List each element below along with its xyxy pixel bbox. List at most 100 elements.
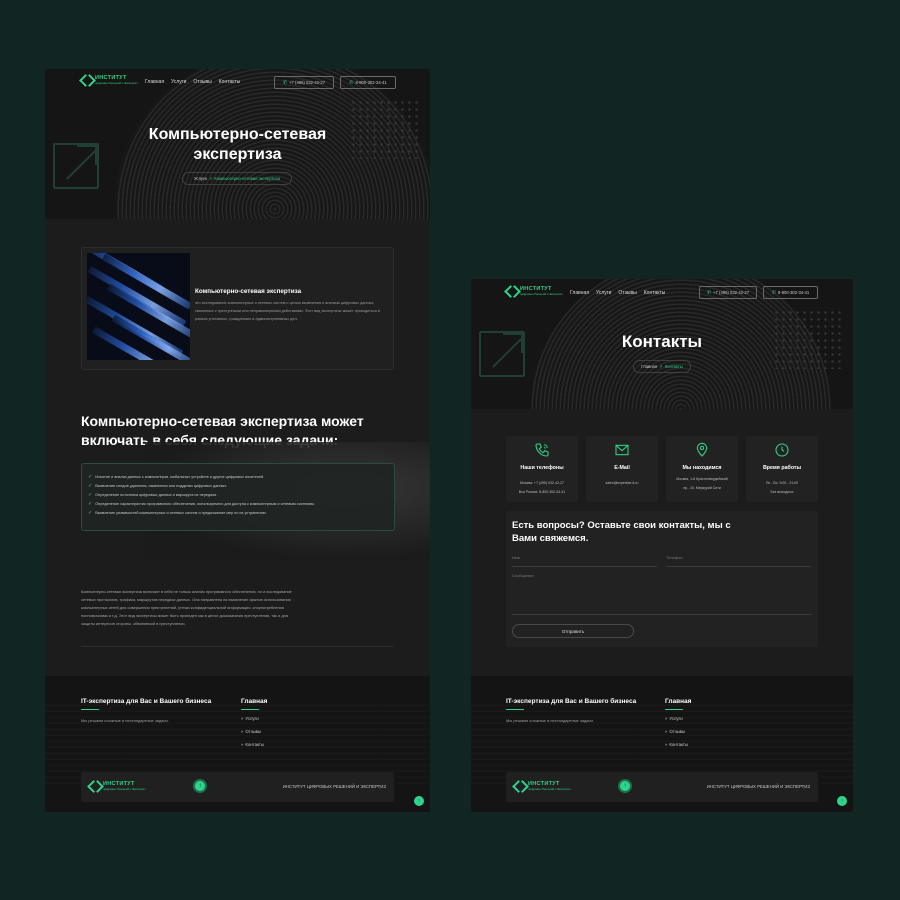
nav-links: Главная Услуги Отзывы Контакты [145, 79, 240, 85]
footer-logo[interactable]: ИНСТИТУТ цифровых Решений и Экспертиз [514, 781, 570, 790]
intro-card-title: Компьютерно-сетевая экспертиза [195, 288, 302, 295]
message-field[interactable]: Сообщение [512, 573, 812, 615]
contact-line: пр., 15, Меркурий Сити [683, 486, 721, 490]
chevron-right-icon: » [665, 716, 668, 721]
footer-link-reviews[interactable]: » Отзывы [241, 729, 264, 734]
corner-up-button[interactable]: ↑ [414, 796, 424, 806]
check-icon: ✓ [88, 492, 93, 498]
footer-link-contacts[interactable]: » Контакты [241, 742, 264, 747]
network-cables-image [87, 253, 190, 360]
corner-up-button[interactable]: ↑ [837, 796, 847, 806]
nav-item-services[interactable]: Услуги [596, 290, 611, 296]
breadcrumb-arrow-icon: ↗ [208, 176, 213, 181]
breadcrumb: Услуги ↗ Компьютерно-сетевая экспертиза [182, 172, 292, 185]
divider [81, 646, 394, 647]
logo-icon [89, 782, 100, 790]
check-icon: ✓ [88, 474, 93, 480]
submit-button[interactable]: Отправить [512, 624, 634, 638]
nav-links: Главная Услуги Отзывы Контакты [570, 290, 665, 296]
footer-link-contacts[interactable]: » Контакты [665, 742, 688, 747]
check-icon: ✓ [88, 501, 93, 507]
phone-field[interactable]: Телефон [666, 555, 811, 567]
phone-icon: ✆ [349, 79, 354, 86]
phone-main-text: +7 (495) 032-42-27 [713, 290, 750, 295]
contact-form: Есть вопросы? Оставьте свои контакты, мы… [506, 511, 818, 647]
nav-item-services[interactable]: Услуги [171, 79, 186, 85]
page-title: Компьютерно-сетевая экспертиза [148, 126, 327, 163]
list-item: ✓ Выявление уязвимостей компьютерных и се… [88, 510, 267, 516]
list-item: ✓ Выявление следов удаления, изменения ил… [88, 483, 228, 489]
logo-subtitle: цифровых Решений и Экспертиз [95, 80, 138, 85]
footer: IT-экспертиза для Вас и Вашего бизнеса М… [471, 676, 853, 812]
breadcrumb: Главная ↗ Контакты [633, 360, 691, 373]
footer-bottom-bar: ИНСТИТУТ цифровых Решений и Экспертиз ↑ … [81, 772, 394, 802]
logo-icon [514, 782, 525, 790]
contact-card-address: Мы находимся Москва, 1-й Красногвардейск… [666, 436, 738, 502]
intro-card-text: это исследование компьютерных и сетевых … [195, 301, 380, 321]
arrow-up-icon: ↑ [623, 783, 627, 789]
footer-links-heading[interactable]: Главная [241, 698, 267, 710]
intro-card: Компьютерно-сетевая экспертиза это иссле… [81, 247, 394, 370]
footer-text: Мы решаем сложные и нестандартные задачи… [506, 718, 594, 723]
check-icon: ✓ [88, 483, 93, 489]
navbar: ИНСТИТУТ цифровых Решений и Экспертиз Гл… [471, 279, 853, 307]
contact-card-title: E-Mail [614, 465, 630, 471]
logo-icon [506, 287, 517, 295]
chevron-right-icon: » [241, 742, 244, 747]
logo-icon [81, 76, 92, 84]
contact-card-hours: Время работы Пн - Вс: 9:00 - 21:00 Без в… [746, 436, 818, 502]
phone-button-main[interactable]: ✆ +7 (495) 032-42-27 [699, 286, 757, 299]
footer-bottom-bar: ИНСТИТУТ цифровых Решений и Экспертиз ↑ … [506, 772, 818, 802]
contacts-page-mockup: ИНСТИТУТ цифровых Решений и Экспертиз Гл… [471, 279, 853, 812]
nav-item-home[interactable]: Главная [145, 79, 164, 85]
contact-card-phones: Наши телефоны Москва: +7 (495) 032-42-27… [506, 436, 578, 502]
footer-link-reviews[interactable]: » Отзывы [665, 729, 688, 734]
chevron-right-icon: » [665, 742, 668, 747]
footer-text: Мы решаем сложные и нестандартные задачи… [81, 718, 169, 723]
page-title: Контакты [621, 332, 703, 351]
scroll-up-button[interactable]: ↑ [618, 779, 632, 793]
contact-line: Москва, 1-й Красногвардейский [676, 477, 728, 481]
chevron-right-icon: » [241, 729, 244, 734]
services-page-mockup: ИНСТИТУТ цифровых Решений и Экспертиз Гл… [45, 69, 430, 812]
footer-link-services[interactable]: » Услуги [241, 716, 264, 721]
chevron-right-icon: » [241, 716, 244, 721]
contact-line[interactable]: Вся Россия: 8-800-302-34-41 [506, 488, 578, 497]
contact-card-email: E-Mail sales@expertise-it.ru [586, 436, 658, 502]
phone-free-text: 8-800-302-34-41 [778, 290, 810, 295]
logo[interactable]: ИНСТИТУТ цифровых Решений и Экспертиз [81, 75, 138, 85]
phone-button-main[interactable]: ✆ +7 (495) 032-42-27 [274, 76, 334, 89]
arrow-up-icon: ↑ [840, 798, 844, 804]
contact-line[interactable]: Москва: +7 (495) 032-42-27 [506, 479, 578, 488]
footer-brand: ИНСТИТУТ ЦИФРОВЫХ РЕШЕНИЙ И ЭКСПЕРТИЗ [706, 784, 810, 789]
phone-button-free[interactable]: ✆ 8-800-302-34-41 [340, 76, 396, 89]
navbar: ИНСТИТУТ цифровых Решений и Экспертиз Гл… [45, 69, 430, 97]
contact-line[interactable]: sales@expertise-it.ru [586, 479, 658, 488]
footer-logo[interactable]: ИНСТИТУТ цифровых Решений и Экспертиз [89, 781, 145, 790]
logo-subtitle: цифровых Решений и Экспертиз [520, 291, 563, 296]
footer-links: » Услуги » Отзывы » Контакты [241, 716, 264, 747]
logo[interactable]: ИНСТИТУТ цифровых Решений и Экспертиз [506, 286, 563, 296]
contact-line: Пн - Вс: 9:00 - 21:00 [765, 481, 799, 485]
footer-link-services[interactable]: » Услуги [665, 716, 688, 721]
phone-button-free[interactable]: ✆ 8-800-302-34-41 [763, 286, 818, 299]
footer-links-heading[interactable]: Главная [665, 698, 691, 710]
nav-item-contacts[interactable]: Контакты [219, 79, 241, 85]
nav-item-home[interactable]: Главная [570, 290, 589, 296]
chevron-right-icon: » [665, 729, 668, 734]
name-field[interactable]: Имя [512, 555, 657, 567]
footer-heading: IT-экспертиза для Вас и Вашего бизнеса [81, 698, 211, 710]
hero-section: ИНСТИТУТ цифровых Решений и Экспертиз Гл… [471, 279, 853, 409]
footer-links: » Услуги » Отзывы » Контакты [665, 716, 688, 747]
phone-icon: ✆ [282, 79, 288, 86]
location-icon [696, 442, 708, 457]
check-icon: ✓ [88, 510, 93, 516]
scroll-up-button[interactable]: ↑ [193, 779, 207, 793]
nav-item-reviews[interactable]: Отзывы [193, 79, 211, 85]
arrow-up-icon: ↑ [198, 783, 202, 789]
nav-item-reviews[interactable]: Отзывы [618, 290, 636, 296]
hero-section: ИНСТИТУТ цифровых Решений и Экспертиз Гл… [45, 69, 430, 219]
breadcrumb-parent[interactable]: Услуги [194, 176, 207, 181]
breadcrumb-parent[interactable]: Главная [641, 364, 657, 369]
nav-item-contacts[interactable]: Контакты [644, 290, 666, 296]
